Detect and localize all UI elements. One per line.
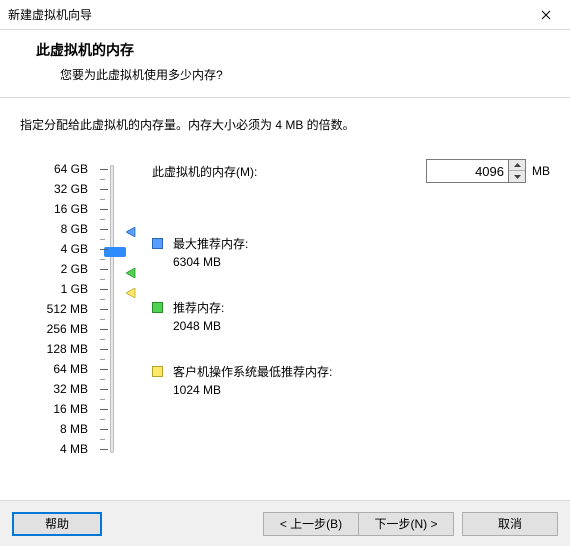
scale-8mb: 8 MB bbox=[20, 419, 88, 439]
legend-min: 客户机操作系统最低推荐内存: 1024 MB bbox=[152, 363, 550, 399]
window-title: 新建虚拟机向导 bbox=[8, 6, 523, 23]
memory-unit: MB bbox=[532, 164, 550, 178]
legend-rec-label: 推荐内存: bbox=[173, 299, 224, 317]
legend-max-value: 6304 MB bbox=[173, 253, 248, 271]
memory-input[interactable] bbox=[426, 159, 508, 183]
memory-field-label: 此虚拟机的内存(M): bbox=[152, 163, 426, 180]
scale-512mb: 512 MB bbox=[20, 299, 88, 319]
cancel-button[interactable]: 取消 bbox=[462, 512, 558, 536]
scale-32mb: 32 MB bbox=[20, 379, 88, 399]
close-icon bbox=[541, 10, 551, 20]
scale-64gb: 64 GB bbox=[20, 159, 88, 179]
chevron-down-icon bbox=[514, 175, 521, 179]
instruction-text: 指定分配给此虚拟机的内存量。内存大小必须为 4 MB 的倍数。 bbox=[20, 116, 550, 133]
square-yellow-icon bbox=[152, 366, 163, 377]
slider-rail bbox=[110, 165, 114, 453]
page-title: 此虚拟机的内存 bbox=[36, 40, 570, 60]
scale-1gb: 1 GB bbox=[20, 279, 88, 299]
scale-128mb: 128 MB bbox=[20, 339, 88, 359]
square-blue-icon bbox=[152, 238, 163, 249]
scale-8gb: 8 GB bbox=[20, 219, 88, 239]
scale-16gb: 16 GB bbox=[20, 199, 88, 219]
memory-slider[interactable] bbox=[100, 165, 110, 453]
help-button[interactable]: 帮助 bbox=[12, 512, 102, 536]
scale-256mb: 256 MB bbox=[20, 319, 88, 339]
legend-min-label: 客户机操作系统最低推荐内存: bbox=[173, 363, 332, 381]
spin-down-button[interactable] bbox=[509, 171, 525, 182]
memory-scale-labels: 64 GB 32 GB 16 GB 8 GB 4 GB 2 GB 1 GB 51… bbox=[20, 159, 96, 459]
scale-32gb: 32 GB bbox=[20, 179, 88, 199]
min-marker bbox=[126, 288, 136, 298]
square-green-icon bbox=[152, 302, 163, 313]
max-marker bbox=[126, 227, 136, 237]
legend-max: 最大推荐内存: 6304 MB bbox=[152, 235, 550, 271]
close-button[interactable] bbox=[523, 1, 568, 29]
scale-4mb: 4 MB bbox=[20, 439, 88, 459]
scale-64mb: 64 MB bbox=[20, 359, 88, 379]
scale-2gb: 2 GB bbox=[20, 259, 88, 279]
legend-rec: 推荐内存: 2048 MB bbox=[152, 299, 550, 335]
scale-4gb: 4 GB bbox=[20, 239, 88, 259]
scale-16mb: 16 MB bbox=[20, 399, 88, 419]
spin-up-button[interactable] bbox=[509, 160, 525, 171]
chevron-up-icon bbox=[514, 163, 521, 167]
legend-min-value: 1024 MB bbox=[173, 381, 332, 399]
back-button[interactable]: < 上一步(B) bbox=[263, 512, 359, 536]
page-subtitle: 您要为此虚拟机使用多少内存? bbox=[36, 66, 570, 83]
legend-max-label: 最大推荐内存: bbox=[173, 235, 248, 253]
legend-rec-value: 2048 MB bbox=[173, 317, 224, 335]
next-button[interactable]: 下一步(N) > bbox=[358, 512, 454, 536]
rec-marker bbox=[126, 268, 136, 278]
